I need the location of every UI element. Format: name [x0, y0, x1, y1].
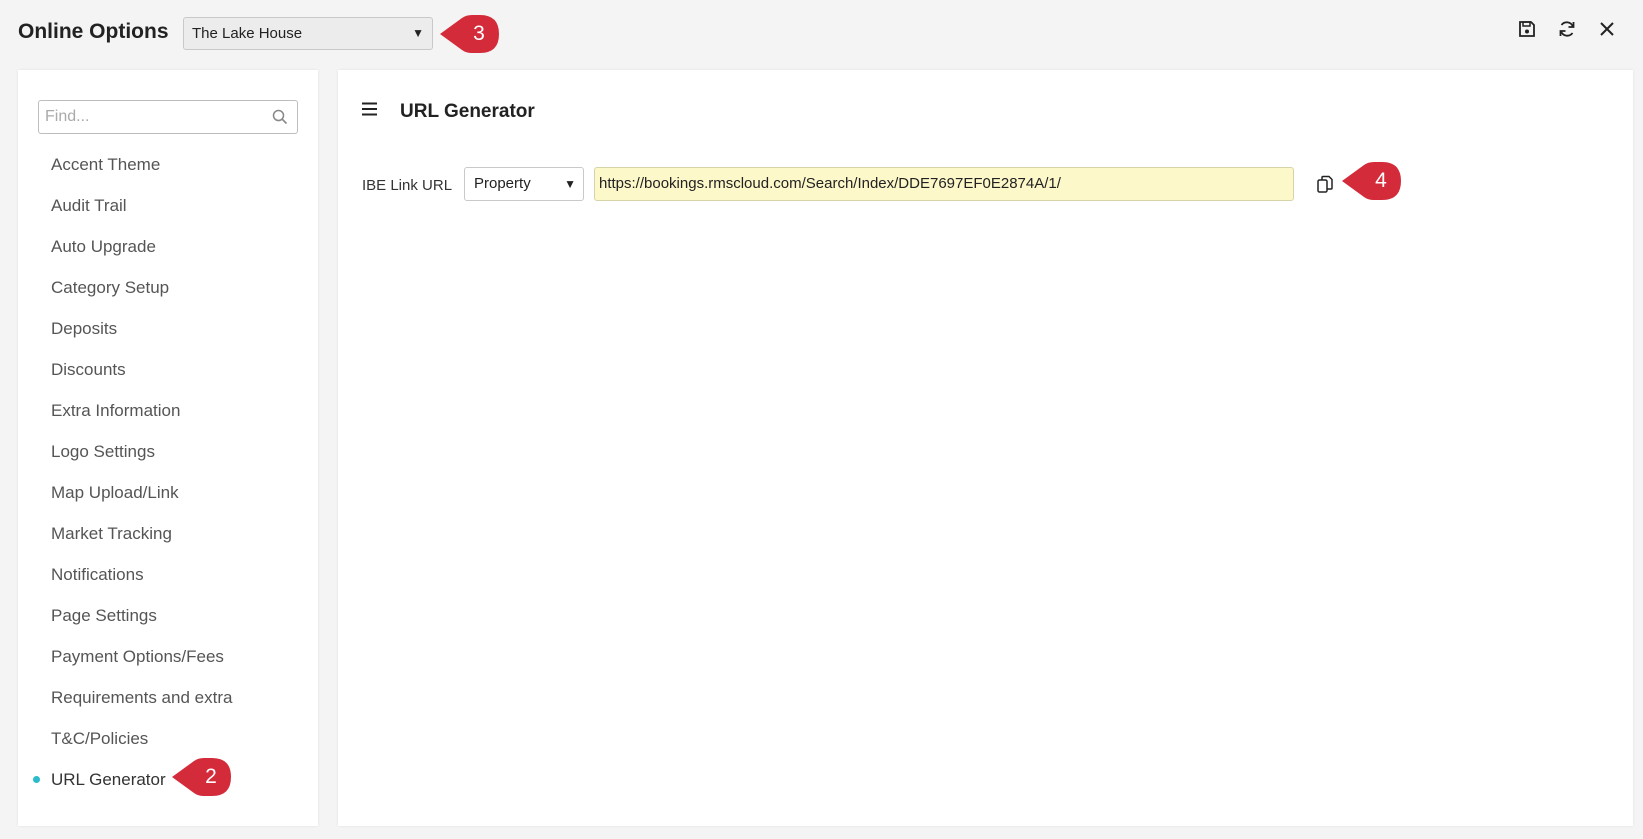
- callout-4-label: 4: [1375, 169, 1387, 192]
- url-field[interactable]: https://bookings.rmscloud.com/Search/Ind…: [594, 167, 1294, 201]
- sidebar-item-label: Accent Theme: [51, 155, 161, 174]
- sidebar-item-market-tracking[interactable]: Market Tracking: [18, 513, 318, 554]
- sidebar-item-label: URL Generator: [51, 770, 166, 789]
- search-field[interactable]: [38, 100, 298, 134]
- callout-3-label: 3: [473, 22, 485, 45]
- link-type-select-value: Property: [474, 175, 531, 192]
- sidebar-item-deposits[interactable]: Deposits: [18, 308, 318, 349]
- sidebar-item-label: Auto Upgrade: [51, 237, 156, 256]
- sidebar-item-label: Discounts: [51, 360, 126, 379]
- sidebar-item-tc-policies[interactable]: T&C/Policies: [18, 718, 318, 759]
- section-title: URL Generator: [400, 101, 535, 122]
- hamburger-menu-icon[interactable]: [362, 102, 378, 121]
- sidebar-item-label: Category Setup: [51, 278, 170, 297]
- sidebar-item-payment-options[interactable]: Payment Options/Fees: [18, 636, 318, 677]
- sidebar-item-label: Notifications: [51, 565, 144, 584]
- callout-3: 3: [438, 14, 500, 54]
- sidebar-item-audit-trail[interactable]: Audit Trail: [18, 185, 318, 226]
- sidebar-item-requirements[interactable]: Requirements and extra: [18, 677, 318, 718]
- sidebar-item-url-generator[interactable]: URL Generator: [18, 759, 318, 800]
- sidebar-item-label: Requirements and extra: [51, 688, 233, 707]
- callout-2: 2: [170, 757, 232, 797]
- sidebar-nav: Accent Theme Audit Trail Auto Upgrade Ca…: [18, 144, 318, 800]
- callout-2-label: 2: [205, 765, 217, 788]
- ibe-link-url-label: IBE Link URL: [362, 177, 453, 194]
- sidebar-item-category-setup[interactable]: Category Setup: [18, 267, 318, 308]
- page-title: Online Options: [18, 20, 169, 43]
- sidebar-item-label: Deposits: [51, 319, 118, 338]
- sidebar-item-label: Payment Options/Fees: [51, 647, 224, 666]
- top-bar: Online Options The Lake House ▼ 3: [0, 0, 1643, 66]
- sidebar-item-label: Extra Information: [51, 401, 181, 420]
- sidebar-item-discounts[interactable]: Discounts: [18, 349, 318, 390]
- search-icon[interactable]: [272, 109, 288, 130]
- sidebar-item-extra-information[interactable]: Extra Information: [18, 390, 318, 431]
- copy-icon[interactable]: [1311, 170, 1339, 198]
- sidebar: Accent Theme Audit Trail Auto Upgrade Ca…: [18, 70, 318, 826]
- sidebar-item-label: Logo Settings: [51, 442, 155, 461]
- sidebar-item-map-upload[interactable]: Map Upload/Link: [18, 472, 318, 513]
- sidebar-item-label: Map Upload/Link: [51, 483, 179, 502]
- close-icon[interactable]: [1593, 15, 1621, 43]
- sidebar-item-label: Audit Trail: [51, 196, 127, 215]
- active-indicator: [33, 776, 40, 783]
- link-type-select[interactable]: Property ▼: [464, 167, 584, 201]
- sidebar-item-label: Market Tracking: [51, 524, 172, 543]
- window-actions: [1513, 15, 1621, 43]
- chevron-down-icon: ▼: [412, 26, 424, 40]
- save-icon[interactable]: [1513, 15, 1541, 43]
- main-panel: URL Generator IBE Link URL Property ▼ ht…: [338, 70, 1633, 826]
- property-select[interactable]: The Lake House ▼: [183, 17, 433, 50]
- refresh-icon[interactable]: [1553, 15, 1581, 43]
- sidebar-item-logo-settings[interactable]: Logo Settings: [18, 431, 318, 472]
- sidebar-item-page-settings[interactable]: Page Settings: [18, 595, 318, 636]
- callout-4: 4: [1340, 161, 1402, 201]
- sidebar-item-label: Page Settings: [51, 606, 157, 625]
- sidebar-item-label: T&C/Policies: [51, 729, 149, 748]
- sidebar-item-notifications[interactable]: Notifications: [18, 554, 318, 595]
- chevron-down-icon: ▼: [564, 177, 576, 191]
- sidebar-item-accent-theme[interactable]: Accent Theme: [18, 144, 318, 185]
- property-select-value: The Lake House: [192, 25, 303, 42]
- sidebar-item-auto-upgrade[interactable]: Auto Upgrade: [18, 226, 318, 267]
- search-input[interactable]: [39, 101, 259, 133]
